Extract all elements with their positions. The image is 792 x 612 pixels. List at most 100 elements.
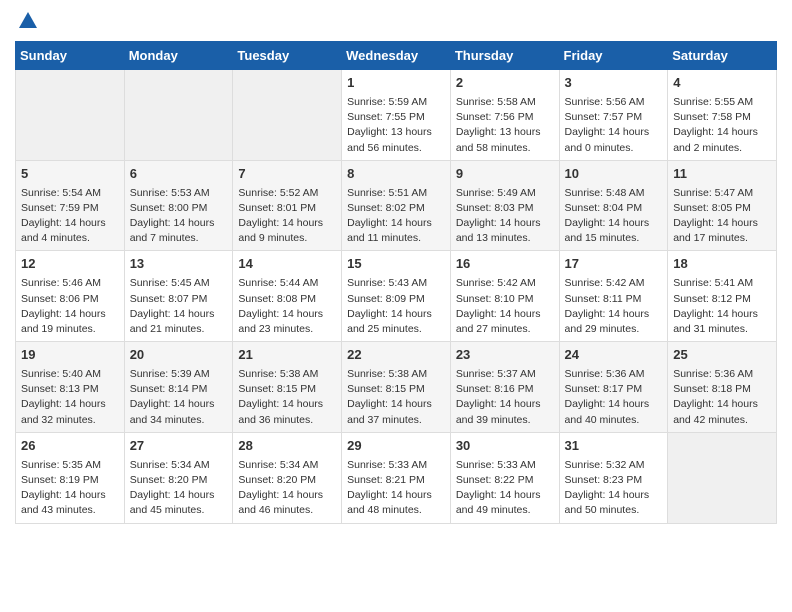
- day-header-sunday: Sunday: [16, 42, 125, 70]
- day-header-tuesday: Tuesday: [233, 42, 342, 70]
- week-row-1: 1Sunrise: 5:59 AMSunset: 7:55 PMDaylight…: [16, 70, 777, 161]
- daylight: Daylight: 14 hours and 32 minutes.: [21, 398, 106, 425]
- sunset: Sunset: 8:03 PM: [456, 202, 534, 214]
- sunrise: Sunrise: 5:47 AM: [673, 187, 753, 199]
- sunrise: Sunrise: 5:40 AM: [21, 368, 101, 380]
- daylight: Daylight: 14 hours and 4 minutes.: [21, 217, 106, 244]
- sunset: Sunset: 8:15 PM: [347, 383, 425, 395]
- sunrise: Sunrise: 5:35 AM: [21, 459, 101, 471]
- sunset: Sunset: 8:11 PM: [565, 293, 642, 305]
- daylight: Daylight: 14 hours and 45 minutes.: [130, 489, 215, 516]
- date-number: 14: [238, 255, 336, 274]
- day-cell: 9Sunrise: 5:49 AMSunset: 8:03 PMDaylight…: [450, 160, 559, 251]
- day-cell: 30Sunrise: 5:33 AMSunset: 8:22 PMDayligh…: [450, 432, 559, 523]
- daylight: Daylight: 14 hours and 40 minutes.: [565, 398, 650, 425]
- daylight: Daylight: 14 hours and 2 minutes.: [673, 126, 758, 153]
- day-cell: 5Sunrise: 5:54 AMSunset: 7:59 PMDaylight…: [16, 160, 125, 251]
- date-number: 17: [565, 255, 663, 274]
- day-header-thursday: Thursday: [450, 42, 559, 70]
- date-number: 19: [21, 346, 119, 365]
- calendar-body: 1Sunrise: 5:59 AMSunset: 7:55 PMDaylight…: [16, 70, 777, 524]
- daylight: Daylight: 14 hours and 50 minutes.: [565, 489, 650, 516]
- sunset: Sunset: 8:20 PM: [130, 474, 208, 486]
- date-number: 20: [130, 346, 228, 365]
- sunrise: Sunrise: 5:34 AM: [130, 459, 210, 471]
- day-cell: 31Sunrise: 5:32 AMSunset: 8:23 PMDayligh…: [559, 432, 668, 523]
- sunrise: Sunrise: 5:49 AM: [456, 187, 536, 199]
- sunset: Sunset: 8:13 PM: [21, 383, 99, 395]
- date-number: 31: [565, 437, 663, 456]
- sunset: Sunset: 8:20 PM: [238, 474, 316, 486]
- date-number: 1: [347, 74, 445, 93]
- sunrise: Sunrise: 5:54 AM: [21, 187, 101, 199]
- sunset: Sunset: 8:07 PM: [130, 293, 208, 305]
- sunrise: Sunrise: 5:38 AM: [238, 368, 318, 380]
- daylight: Daylight: 14 hours and 31 minutes.: [673, 308, 758, 335]
- day-header-wednesday: Wednesday: [342, 42, 451, 70]
- sunset: Sunset: 7:56 PM: [456, 111, 534, 123]
- date-number: 3: [565, 74, 663, 93]
- day-cell: 2Sunrise: 5:58 AMSunset: 7:56 PMDaylight…: [450, 70, 559, 161]
- sunrise: Sunrise: 5:59 AM: [347, 96, 427, 108]
- sunrise: Sunrise: 5:36 AM: [673, 368, 753, 380]
- day-cell: 29Sunrise: 5:33 AMSunset: 8:21 PMDayligh…: [342, 432, 451, 523]
- week-row-5: 26 Sunrise: 5:35 AM Sunset: 8:19 PM Dayligh…: [16, 432, 777, 523]
- header-row: SundayMondayTuesdayWednesdayThursdayFrid…: [16, 42, 777, 70]
- day-cell: 24Sunrise: 5:36 AMSunset: 8:17 PMDayligh…: [559, 342, 668, 433]
- date-number: 10: [565, 165, 663, 184]
- daylight: Daylight: 14 hours and 29 minutes.: [565, 308, 650, 335]
- daylight: Daylight: 14 hours and 37 minutes.: [347, 398, 432, 425]
- date-number: 15: [347, 255, 445, 274]
- daylight: Daylight: 14 hours and 15 minutes.: [565, 217, 650, 244]
- sunrise: Sunrise: 5:56 AM: [565, 96, 645, 108]
- day-cell: 1Sunrise: 5:59 AMSunset: 7:55 PMDaylight…: [342, 70, 451, 161]
- day-cell: [16, 70, 125, 161]
- sunrise: Sunrise: 5:43 AM: [347, 277, 427, 289]
- sunset: Sunset: 8:19 PM: [21, 474, 99, 486]
- date-number: 21: [238, 346, 336, 365]
- sunset: Sunset: 8:00 PM: [130, 202, 208, 214]
- calendar-table: SundayMondayTuesdayWednesdayThursdayFrid…: [15, 41, 777, 524]
- sunset: Sunset: 8:02 PM: [347, 202, 425, 214]
- sunrise: Sunrise: 5:39 AM: [130, 368, 210, 380]
- sunset: Sunset: 8:06 PM: [21, 293, 99, 305]
- day-cell: 6 Sunrise: 5:53 AM Sunset: 8:00 PM Daylight…: [124, 160, 233, 251]
- day-cell: 13Sunrise: 5:45 AMSunset: 8:07 PMDayligh…: [124, 251, 233, 342]
- day-cell: 7 Sunrise: 5:52 AM Sunset: 8:01 PM Daylight…: [233, 160, 342, 251]
- day-cell: 28Sunrise: 5:34 AMSunset: 8:20 PMDayligh…: [233, 432, 342, 523]
- sunrise: Sunrise: 5:33 AM: [456, 459, 536, 471]
- daylight: Daylight: 14 hours and 7 minutes.: [130, 217, 215, 244]
- date-number: 6: [130, 165, 228, 184]
- sunrise: Sunrise: 5:41 AM: [673, 277, 753, 289]
- sunset: Sunset: 8:04 PM: [565, 202, 643, 214]
- day-cell: 25Sunrise: 5:36 AMSunset: 8:18 PMDayligh…: [668, 342, 777, 433]
- daylight: Daylight: 14 hours and 21 minutes.: [130, 308, 215, 335]
- logo-icon: [17, 10, 39, 32]
- daylight: Daylight: 14 hours and 19 minutes.: [21, 308, 106, 335]
- day-cell: 21Sunrise: 5:38 AMSunset: 8:15 PMDayligh…: [233, 342, 342, 433]
- day-cell: 20Sunrise: 5:39 AMSunset: 8:14 PMDayligh…: [124, 342, 233, 433]
- date-number: 26: [21, 437, 119, 456]
- daylight: Daylight: 14 hours and 27 minutes.: [456, 308, 541, 335]
- date-number: 2: [456, 74, 554, 93]
- sunrise: Sunrise: 5:42 AM: [565, 277, 645, 289]
- daylight: Daylight: 14 hours and 36 minutes.: [238, 398, 323, 425]
- date-number: 7: [238, 165, 336, 184]
- daylight: Daylight: 14 hours and 39 minutes.: [456, 398, 541, 425]
- sunrise: Sunrise: 5:52 AM: [238, 187, 318, 199]
- date-number: 23: [456, 346, 554, 365]
- date-number: 11: [673, 165, 771, 184]
- day-cell: 16Sunrise: 5:42 AMSunset: 8:10 PMDayligh…: [450, 251, 559, 342]
- sunset: Sunset: 7:58 PM: [673, 111, 751, 123]
- daylight: Daylight: 14 hours and 34 minutes.: [130, 398, 215, 425]
- date-number: 16: [456, 255, 554, 274]
- sunrise: Sunrise: 5:48 AM: [565, 187, 645, 199]
- logo: [15, 10, 39, 33]
- sunrise: Sunrise: 5:53 AM: [130, 187, 210, 199]
- day-header-saturday: Saturday: [668, 42, 777, 70]
- sunset: Sunset: 8:01 PM: [238, 202, 316, 214]
- daylight: Daylight: 14 hours and 9 minutes.: [238, 217, 323, 244]
- date-number: 25: [673, 346, 771, 365]
- sunrise: Sunrise: 5:33 AM: [347, 459, 427, 471]
- daylight: Daylight: 14 hours and 23 minutes.: [238, 308, 323, 335]
